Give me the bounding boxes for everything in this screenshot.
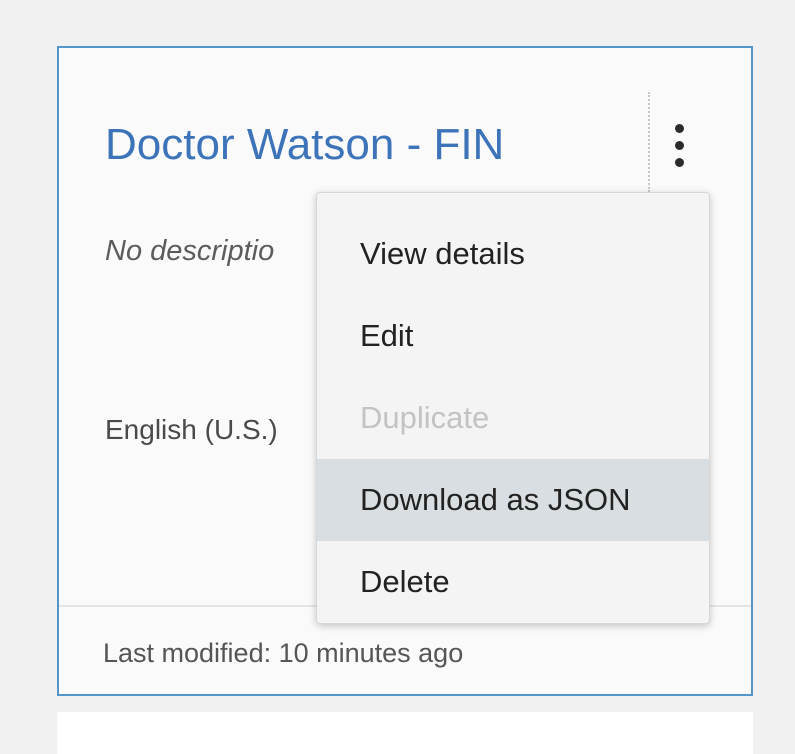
vertical-ellipsis-icon	[674, 140, 684, 150]
menu-item-edit[interactable]: Edit	[317, 295, 709, 377]
menu-item-duplicate: Duplicate	[360, 400, 490, 435]
overflow-menu: View details Edit Duplicate Download as …	[316, 192, 710, 624]
menu-item-view-details[interactable]: View details	[317, 213, 709, 295]
menu-item-download-json[interactable]: Download as JSON	[317, 459, 709, 541]
overflow-divider	[648, 92, 650, 192]
last-modified: Last modified: 10 minutes ago	[103, 638, 464, 668]
card-language: English (U.S.)	[105, 414, 278, 445]
card-title[interactable]: Doctor Watson - FIN	[105, 118, 504, 172]
vertical-ellipsis-icon	[674, 123, 684, 133]
overflow-menu-button[interactable]	[660, 110, 698, 180]
vertical-ellipsis-icon	[674, 157, 684, 167]
card-description: No descriptio	[105, 235, 275, 267]
menu-item-delete[interactable]: Delete	[317, 541, 709, 623]
next-card	[57, 712, 753, 754]
